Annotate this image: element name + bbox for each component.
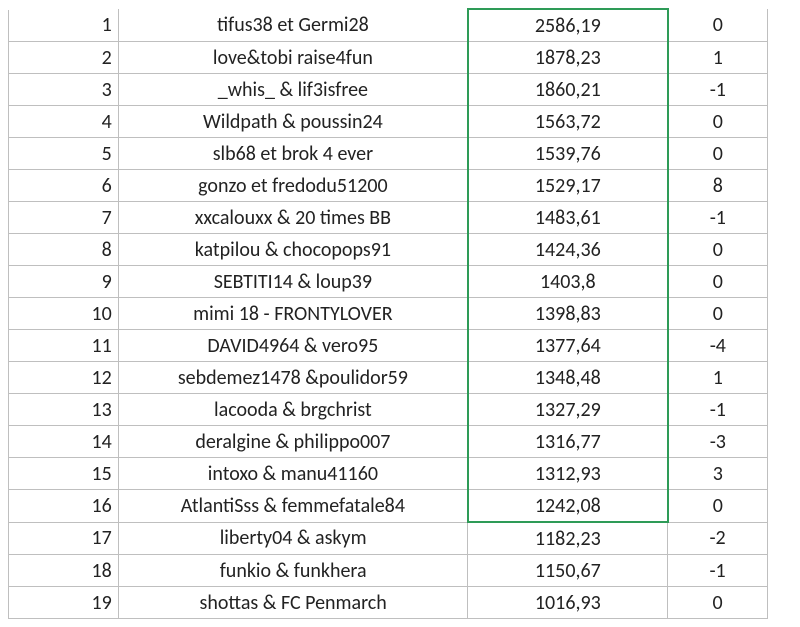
rank-cell[interactable]: 2 xyxy=(9,42,119,74)
rank-cell[interactable]: 13 xyxy=(9,394,119,426)
score-cell[interactable]: 1348,48 xyxy=(468,362,668,394)
name-cell[interactable]: xxcalouxx & 20 times BB xyxy=(118,202,468,234)
name-cell[interactable]: _whis_ & lif3isfree xyxy=(118,74,468,106)
delta-cell[interactable]: -3 xyxy=(668,426,768,458)
name-cell[interactable]: katpilou & chocopops91 xyxy=(118,234,468,266)
score-cell[interactable]: 1377,64 xyxy=(468,330,668,362)
name-cell[interactable]: liberty04 & askym xyxy=(118,522,468,555)
score-cell[interactable]: 1150,67 xyxy=(468,555,668,587)
rank-cell[interactable]: 16 xyxy=(9,490,119,523)
delta-cell[interactable]: 0 xyxy=(668,138,768,170)
name-cell[interactable]: shottas & FC Penmarch xyxy=(118,587,468,619)
score-cell[interactable]: 1563,72 xyxy=(468,106,668,138)
name-cell[interactable]: lacooda & brgchrist xyxy=(118,394,468,426)
table-row[interactable]: 15intoxo & manu411601312,933 xyxy=(9,458,768,490)
table-row[interactable]: 17liberty04 & askym1182,23-2 xyxy=(9,522,768,555)
name-cell[interactable]: mimi 18 - FRONTYLOVER xyxy=(118,298,468,330)
delta-cell[interactable]: -2 xyxy=(668,522,768,555)
delta-cell[interactable]: -4 xyxy=(668,330,768,362)
score-cell[interactable]: 1483,61 xyxy=(468,202,668,234)
rank-cell[interactable]: 11 xyxy=(9,330,119,362)
name-cell[interactable]: AtlantiSss & femmefatale84 xyxy=(118,490,468,523)
delta-cell[interactable]: 0 xyxy=(668,234,768,266)
table-row[interactable]: 13lacooda & brgchrist1327,29-1 xyxy=(9,394,768,426)
name-cell[interactable]: slb68 et brok 4 ever xyxy=(118,138,468,170)
delta-cell[interactable]: 3 xyxy=(668,458,768,490)
table-row[interactable]: 10mimi 18 - FRONTYLOVER1398,830 xyxy=(9,298,768,330)
rank-cell[interactable]: 3 xyxy=(9,74,119,106)
table-row[interactable]: 9SEBTITI14 & loup391403,80 xyxy=(9,266,768,298)
rank-cell[interactable]: 5 xyxy=(9,138,119,170)
name-cell[interactable]: sebdemez1478 &poulidor59 xyxy=(118,362,468,394)
rank-cell[interactable]: 6 xyxy=(9,170,119,202)
score-cell[interactable]: 2586,19 xyxy=(468,9,668,42)
name-cell[interactable]: SEBTITI14 & loup39 xyxy=(118,266,468,298)
delta-cell[interactable]: 1 xyxy=(668,42,768,74)
delta-cell[interactable]: -1 xyxy=(668,555,768,587)
score-cell[interactable]: 1316,77 xyxy=(468,426,668,458)
table-row[interactable]: 2love&tobi raise4fun1878,231 xyxy=(9,42,768,74)
table-row[interactable]: 3_whis_ & lif3isfree1860,21-1 xyxy=(9,74,768,106)
rank-cell[interactable]: 15 xyxy=(9,458,119,490)
table-row[interactable]: 1tifus38 et Germi282586,190 xyxy=(9,9,768,42)
score-cell[interactable]: 1242,08 xyxy=(468,490,668,523)
table-row[interactable]: 12sebdemez1478 &poulidor591348,481 xyxy=(9,362,768,394)
name-cell[interactable]: love&tobi raise4fun xyxy=(118,42,468,74)
delta-cell[interactable]: 0 xyxy=(668,490,768,523)
ranking-table[interactable]: 1tifus38 et Germi282586,1902love&tobi ra… xyxy=(8,8,768,619)
rank-cell[interactable]: 9 xyxy=(9,266,119,298)
table-row[interactable]: 11DAVID4964 & vero951377,64-4 xyxy=(9,330,768,362)
score-cell[interactable]: 1016,93 xyxy=(468,587,668,619)
delta-cell[interactable]: 8 xyxy=(668,170,768,202)
score-cell[interactable]: 1398,83 xyxy=(468,298,668,330)
table-row[interactable]: 8katpilou & chocopops911424,360 xyxy=(9,234,768,266)
score-cell[interactable]: 1327,29 xyxy=(468,394,668,426)
delta-cell[interactable]: 0 xyxy=(668,106,768,138)
name-cell[interactable]: deralgine & philippo007 xyxy=(118,426,468,458)
table-row[interactable]: 6gonzo et fredodu512001529,178 xyxy=(9,170,768,202)
rank-cell[interactable]: 12 xyxy=(9,362,119,394)
delta-cell[interactable]: -1 xyxy=(668,394,768,426)
score-cell[interactable]: 1182,23 xyxy=(468,522,668,555)
table-row[interactable]: 14deralgine & philippo0071316,77-3 xyxy=(9,426,768,458)
delta-cell[interactable]: -1 xyxy=(668,74,768,106)
delta-cell[interactable]: 0 xyxy=(668,587,768,619)
rank-cell[interactable]: 1 xyxy=(9,9,119,42)
score-cell[interactable]: 1860,21 xyxy=(468,74,668,106)
score-cell[interactable]: 1424,36 xyxy=(468,234,668,266)
name-cell[interactable]: tifus38 et Germi28 xyxy=(118,9,468,42)
score-cell[interactable]: 1878,23 xyxy=(468,42,668,74)
score-cell[interactable]: 1529,17 xyxy=(468,170,668,202)
rank-cell[interactable]: 4 xyxy=(9,106,119,138)
table-row[interactable]: 4Wildpath & poussin241563,720 xyxy=(9,106,768,138)
table-row[interactable]: 16AtlantiSss & femmefatale841242,080 xyxy=(9,490,768,523)
name-cell[interactable]: Wildpath & poussin24 xyxy=(118,106,468,138)
rank-cell[interactable]: 17 xyxy=(9,522,119,555)
rank-cell[interactable]: 14 xyxy=(9,426,119,458)
rank-cell[interactable]: 18 xyxy=(9,555,119,587)
delta-cell[interactable]: 0 xyxy=(668,9,768,42)
delta-cell[interactable]: 0 xyxy=(668,298,768,330)
score-cell[interactable]: 1403,8 xyxy=(468,266,668,298)
delta-cell[interactable]: 0 xyxy=(668,266,768,298)
score-cell[interactable]: 1312,93 xyxy=(468,458,668,490)
table-row[interactable]: 5slb68 et brok 4 ever1539,760 xyxy=(9,138,768,170)
rank-cell[interactable]: 8 xyxy=(9,234,119,266)
rank-cell[interactable]: 7 xyxy=(9,202,119,234)
score-cell[interactable]: 1539,76 xyxy=(468,138,668,170)
name-cell[interactable]: funkio & funkhera xyxy=(118,555,468,587)
delta-cell[interactable]: -1 xyxy=(668,202,768,234)
table-row[interactable]: 19shottas & FC Penmarch1016,930 xyxy=(9,587,768,619)
rank-cell[interactable]: 10 xyxy=(9,298,119,330)
table-row[interactable]: 18funkio & funkhera1150,67-1 xyxy=(9,555,768,587)
table-row[interactable]: 7xxcalouxx & 20 times BB1483,61-1 xyxy=(9,202,768,234)
name-cell[interactable]: DAVID4964 & vero95 xyxy=(118,330,468,362)
delta-cell[interactable]: 1 xyxy=(668,362,768,394)
rank-cell[interactable]: 19 xyxy=(9,587,119,619)
name-cell[interactable]: intoxo & manu41160 xyxy=(118,458,468,490)
name-cell[interactable]: gonzo et fredodu51200 xyxy=(118,170,468,202)
